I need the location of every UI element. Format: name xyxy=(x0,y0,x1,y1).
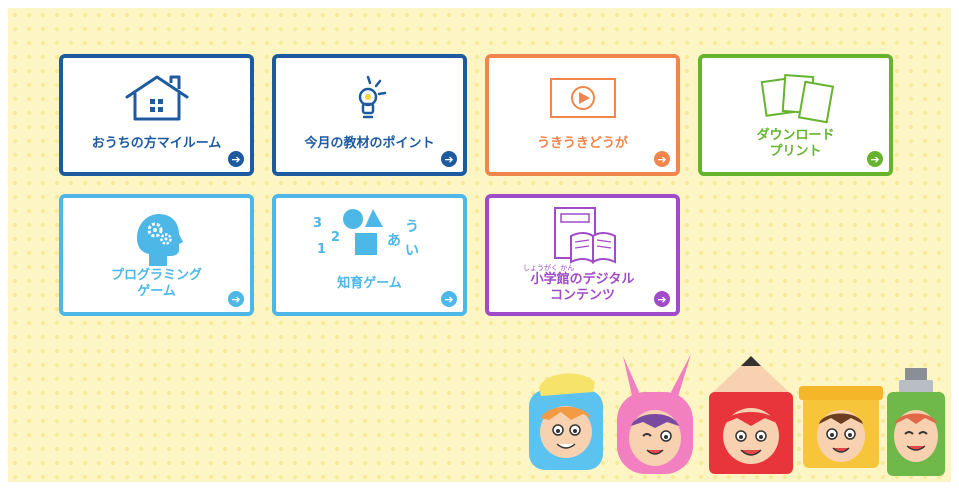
card-programming-game[interactable]: プログラミング ゲーム ➔ xyxy=(59,194,254,316)
card-home[interactable]: おうちの方マイルーム ➔ xyxy=(59,54,254,176)
card-label: プログラミング ゲーム xyxy=(67,268,246,300)
card-label-line1: プログラミング xyxy=(110,268,202,283)
shapes-numbers-icon: 3 2 1 あ う い xyxy=(276,206,463,270)
card-label-line2: コンテンツ xyxy=(549,288,615,303)
play-video-icon xyxy=(489,66,676,130)
icon-char: い xyxy=(405,243,419,259)
arrow-right-icon: ➔ xyxy=(441,151,457,167)
card-label-line1: ダウンロード xyxy=(756,128,835,143)
card-label-ruby: しょうがく かん xyxy=(523,264,575,272)
arrow-right-icon: ➔ xyxy=(654,291,670,307)
card-download-prints[interactable]: ダウンロード プリント ➔ xyxy=(698,54,893,176)
yellow-character-icon xyxy=(799,386,883,468)
house-icon xyxy=(63,66,250,130)
arrow-right-icon: ➔ xyxy=(867,151,883,167)
card-label: おうちの方マイルーム xyxy=(91,136,222,151)
icon-char: 3 xyxy=(313,216,322,231)
blue-character-icon xyxy=(529,373,603,470)
arrow-right-icon: ➔ xyxy=(228,151,244,167)
green-tube-character-icon xyxy=(887,368,945,476)
icon-char: あ xyxy=(387,233,401,249)
papers-icon xyxy=(702,66,889,130)
card-label-line2: プリント xyxy=(769,144,822,159)
pink-bunny-character-icon xyxy=(617,354,693,474)
card-label: しょうがく かん 小学館のデジタル コンテンツ xyxy=(493,264,672,304)
arrow-right-icon: ➔ xyxy=(228,291,244,307)
icon-char: 1 xyxy=(317,242,326,257)
card-label-line1: 小学館のデジタル xyxy=(530,272,635,287)
mascot-characters xyxy=(521,348,946,478)
page-background: おうちの方マイルーム ➔ 今月の教材のポイント ➔ うきうきどうが ➔ ダウンロ… xyxy=(8,8,951,482)
card-label: 今月の教材のポイント xyxy=(304,136,435,151)
lightbulb-icon xyxy=(276,66,463,130)
card-label: 知育ゲーム xyxy=(337,276,402,291)
card-intellect-game[interactable]: 3 2 1 あ う い 知育ゲーム ➔ xyxy=(272,194,467,316)
card-label: うきうきどうが xyxy=(537,136,628,151)
arrow-right-icon: ➔ xyxy=(654,151,670,167)
arrow-right-icon: ➔ xyxy=(441,291,457,307)
card-digital-contents[interactable]: しょうがく かん 小学館のデジタル コンテンツ ➔ xyxy=(485,194,680,316)
red-pencil-character-icon xyxy=(709,356,793,474)
card-label-line2: ゲーム xyxy=(137,284,176,299)
icon-char: 2 xyxy=(331,230,340,245)
card-label: ダウンロード プリント xyxy=(706,128,885,160)
card-monthly-points[interactable]: 今月の教材のポイント ➔ xyxy=(272,54,467,176)
book-icon xyxy=(489,204,676,268)
icon-char: う xyxy=(405,219,419,235)
card-videos[interactable]: うきうきどうが ➔ xyxy=(485,54,680,176)
gear-head-icon xyxy=(63,206,250,270)
